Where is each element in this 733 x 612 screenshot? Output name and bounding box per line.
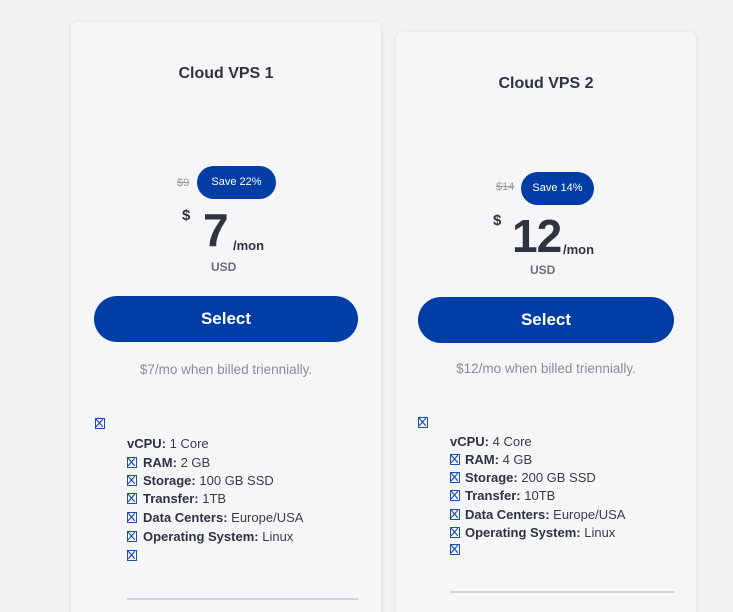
plan-card-cloud-vps-1: Cloud VPS 1 $9 Save 22% $ 7 /mon USD Sel… — [71, 22, 381, 612]
save-badge: Save 14% — [521, 172, 594, 205]
spec-vcpu: vCPU: 1 Core — [127, 436, 209, 451]
select-button[interactable]: Select — [418, 297, 674, 343]
old-price: $14 — [496, 181, 515, 193]
old-price: $9 — [177, 177, 190, 189]
broken-image-icon — [418, 417, 428, 428]
broken-image-icon — [450, 544, 460, 555]
currency-code: USD — [211, 260, 237, 274]
spec-operating-system: Operating System: Linux — [143, 529, 294, 544]
price-period: /mon — [233, 238, 265, 253]
plan-title: Cloud VPS 1 — [178, 65, 274, 82]
spec-transfer: Transfer: 10TB — [465, 488, 556, 503]
broken-image-icon — [95, 418, 105, 429]
spec-data-centers: Data Centers: Europe/USA — [465, 507, 626, 522]
billing-note: $7/mo when billed triennially. — [139, 362, 313, 377]
broken-image-icon — [127, 475, 137, 486]
broken-image-icon — [127, 493, 137, 504]
broken-image-icon — [450, 490, 460, 501]
spec-ram: RAM: 4 GB — [465, 452, 533, 467]
spec-data-centers: Data Centers: Europe/USA — [143, 510, 304, 525]
price-period: /mon — [563, 242, 595, 257]
spec-transfer: Transfer: 1TB — [143, 491, 227, 506]
broken-image-icon — [127, 457, 137, 468]
broken-image-icon — [127, 512, 137, 523]
pricing-section: Cloud VPS 1 $9 Save 22% $ 7 /mon USD Sel… — [0, 0, 733, 612]
select-button[interactable]: Select — [94, 296, 358, 342]
broken-image-icon — [127, 531, 137, 542]
broken-image-icon — [450, 509, 460, 520]
plan-card-cloud-vps-2: Cloud VPS 2 $14 Save 14% $ 12 /mon USD S… — [396, 32, 696, 612]
spec-storage: Storage: 100 GB SSD — [143, 473, 274, 488]
price-amount: 7 — [203, 204, 229, 256]
spec-operating-system: Operating System: Linux — [465, 525, 616, 540]
divider — [450, 591, 674, 593]
spec-ram: RAM: 2 GB — [143, 455, 211, 470]
broken-image-icon — [450, 527, 460, 538]
broken-image-icon — [127, 550, 137, 561]
spec-vcpu: vCPU: 4 Core — [450, 434, 532, 449]
currency-code: USD — [530, 263, 556, 277]
price-amount: 12 — [512, 210, 562, 262]
spec-storage: Storage: 200 GB SSD — [465, 470, 596, 485]
broken-image-icon — [450, 454, 460, 465]
billing-note: $12/mo when billed triennially. — [456, 361, 636, 376]
divider — [127, 598, 358, 600]
broken-image-icon — [450, 472, 460, 483]
currency-symbol: $ — [493, 212, 502, 229]
save-badge: Save 22% — [197, 166, 276, 199]
plan-title: Cloud VPS 2 — [498, 75, 594, 92]
currency-symbol: $ — [182, 207, 191, 224]
